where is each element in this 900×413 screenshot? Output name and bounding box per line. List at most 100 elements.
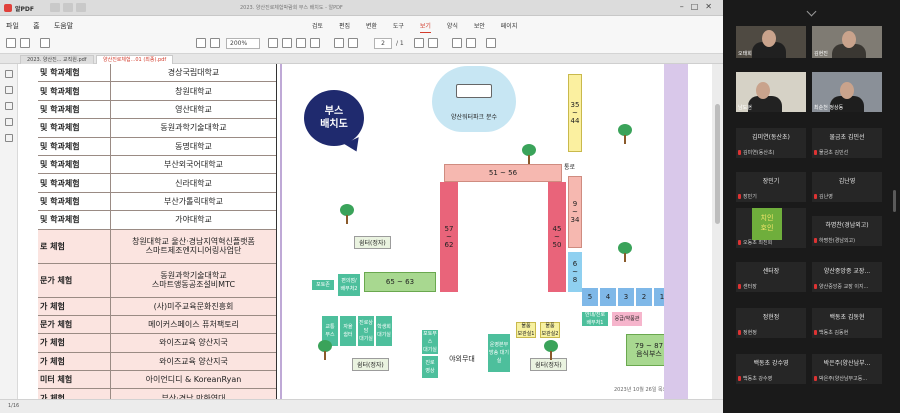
participant-display-name: 양산중앙중 교장...: [823, 268, 871, 275]
menu-file[interactable]: 파일: [6, 22, 19, 30]
booth-map: 부스 배치도 양산워터파크 분수 35 ~ 44 51 ~ 56 통로 9 ~ …: [282, 64, 682, 399]
zone-35-44: 35 ~ 44: [568, 74, 582, 152]
participant-tile[interactable]: 장민기 장민기: [736, 172, 806, 202]
rotate-icon[interactable]: [452, 38, 462, 48]
participant-display-name: 물금초 김민선: [829, 134, 865, 141]
bookmarks-icon[interactable]: [5, 86, 13, 94]
zoom-out-icon[interactable]: [196, 38, 206, 48]
more-options-icon[interactable]: [486, 38, 496, 48]
tree-icon: [340, 204, 354, 224]
hand-tool-icon[interactable]: [6, 38, 16, 48]
mic-muted-icon: [738, 194, 741, 199]
quick-save-icon[interactable]: [63, 3, 73, 12]
menu-home[interactable]: 홈: [33, 22, 39, 30]
participant-tile[interactable]: 박은주(양산남부... 박은주(양산남부고등...: [812, 354, 882, 384]
tab-view[interactable]: 보기: [419, 23, 431, 33]
row-name: 동명대학교: [110, 137, 276, 155]
participant-video[interactable]: 오태희: [736, 26, 806, 58]
attachments-icon[interactable]: [5, 102, 13, 110]
select-tool-icon[interactable]: [20, 38, 30, 48]
participant-tile[interactable]: 김난영 김난영: [812, 172, 882, 202]
snapshot-icon[interactable]: [40, 38, 50, 48]
mic-muted-icon: [738, 150, 741, 155]
tab-edit[interactable]: 편집: [339, 23, 350, 32]
participant-tile[interactable]: 정현정 정현정: [736, 308, 806, 338]
prev-page-icon[interactable]: [348, 38, 358, 48]
row-category: 및 학과체험: [40, 215, 80, 225]
menu-help[interactable]: 도움말: [54, 22, 73, 30]
thumbnails-icon[interactable]: [5, 70, 13, 78]
participant-name: 김난영: [814, 193, 833, 200]
table-row: 및 학과체험 경상국립대학교: [38, 64, 276, 83]
participant-video[interactable]: 최순천 정상동: [812, 72, 882, 112]
zone-storage-1: 물품 보관실1: [516, 322, 536, 338]
participant-tile[interactable]: 센터장 센터장: [736, 262, 806, 292]
window-title: 2023. 양산진로체험박람회 부스 배치도 - 알PDF: [240, 5, 343, 11]
zone-reception: 안내/진로 배부처1: [582, 312, 608, 326]
tab-form[interactable]: 양식: [447, 23, 458, 32]
row-category: 및 학과체험: [40, 160, 80, 170]
two-page-icon[interactable]: [310, 38, 320, 48]
scroll-thumb[interactable]: [715, 104, 720, 224]
doc-tab-1[interactable]: 2023. 양산진... 교직원.pdf: [20, 55, 94, 64]
participant-tile[interactable]: 물금초 김민선 물금초 김민선: [812, 128, 882, 158]
participant-video[interactable]: 남도현: [736, 72, 806, 112]
quick-open-icon[interactable]: [50, 3, 60, 12]
participant-name: 최순천 정상동: [814, 105, 844, 111]
fountain-label: 양산워터파크 분수: [450, 114, 498, 121]
row-category: 및 학과체험: [40, 68, 80, 78]
tab-tools[interactable]: 도구: [393, 23, 404, 32]
window-controls[interactable]: –□✕: [680, 2, 719, 11]
vertical-scrollbar[interactable]: [712, 64, 723, 399]
zone-6-8: 6 ~ 8: [568, 252, 582, 292]
page-right-band: [664, 64, 688, 399]
mic-muted-icon: [738, 240, 741, 245]
fit-page-icon[interactable]: [282, 38, 292, 48]
last-page-icon[interactable]: [428, 38, 438, 48]
next-page-icon[interactable]: [414, 38, 424, 48]
zone-9-34: 9 ~ 34: [568, 176, 582, 248]
fullscreen-icon[interactable]: [466, 38, 476, 48]
fit-width-icon[interactable]: [268, 38, 278, 48]
participant-tile[interactable]: 김미연(동산초) 김미연(동산초): [736, 128, 806, 158]
stage-label: 야외무대: [449, 355, 475, 363]
page-number-input[interactable]: 2: [374, 38, 392, 49]
title-bar: 알PDF 2023. 양산진로체험박람회 부스 배치도 - 알PDF –□✕: [0, 0, 723, 16]
row-name: 와이즈교육 양산지국: [110, 352, 276, 371]
row-name: 영산대학교: [110, 100, 276, 119]
participant-tile[interactable]: 양산중앙중 교장... 양산중앙중 교장 이지...: [812, 262, 882, 292]
participant-name: 오동초 최진희: [738, 239, 772, 246]
participant-display-name: 박은주(양산남부...: [823, 360, 871, 367]
doc-tab-2[interactable]: 양산진로체험...01 (최종).pdf: [96, 55, 174, 64]
comments-icon[interactable]: [5, 118, 13, 126]
table-row: 및 학과체험 동원과학기술대학교: [38, 119, 276, 138]
participant-video[interactable]: 김현진: [812, 26, 882, 58]
pdf-page[interactable]: 및 학과체험 경상국립대학교 및 학과체험 창원대학교 및 학과체험 영산대학교 및 …: [18, 64, 712, 399]
tab-security[interactable]: 보안: [474, 23, 485, 32]
row-name: 와이즈교육 양산지국: [110, 334, 276, 352]
status-bar: 1/16: [0, 399, 723, 413]
quick-print-icon[interactable]: [76, 3, 86, 12]
participant-name: 남도현: [738, 105, 752, 111]
participant-name: 물금초 김민선: [814, 149, 848, 156]
tab-review[interactable]: 검토: [312, 23, 323, 32]
participant-tile[interactable]: 하명찬(경남외고) 하명찬(경남외고): [812, 216, 882, 246]
participant-tile[interactable]: 백동초 강수영 백동초 강수영: [736, 354, 806, 384]
page-total: / 1: [396, 40, 404, 47]
zoom-select[interactable]: 200%: [226, 38, 260, 49]
participant-display-name: 백동초 강수영: [753, 360, 789, 367]
single-page-icon[interactable]: [296, 38, 306, 48]
zone-counsel-wait: 진로상담 대기실: [358, 316, 374, 346]
chevron-down-icon[interactable]: [806, 8, 818, 16]
zoom-in-icon[interactable]: [210, 38, 220, 48]
search-icon[interactable]: [5, 134, 13, 142]
first-page-icon[interactable]: [334, 38, 344, 48]
zone-convenience: 편의점/ 배부처2: [338, 274, 360, 296]
participant-tile[interactable]: 백동초 김동현 백동초 김동현: [812, 308, 882, 338]
tab-convert[interactable]: 변환: [366, 23, 377, 32]
table-row: 및 학과체험 동명대학교: [38, 137, 276, 156]
tab-page[interactable]: 페이지: [501, 23, 518, 32]
app-logo-icon: [4, 4, 12, 12]
toolbar: 200% 2 / 1: [6, 37, 526, 51]
gallery-scrollbar[interactable]: [893, 190, 896, 212]
